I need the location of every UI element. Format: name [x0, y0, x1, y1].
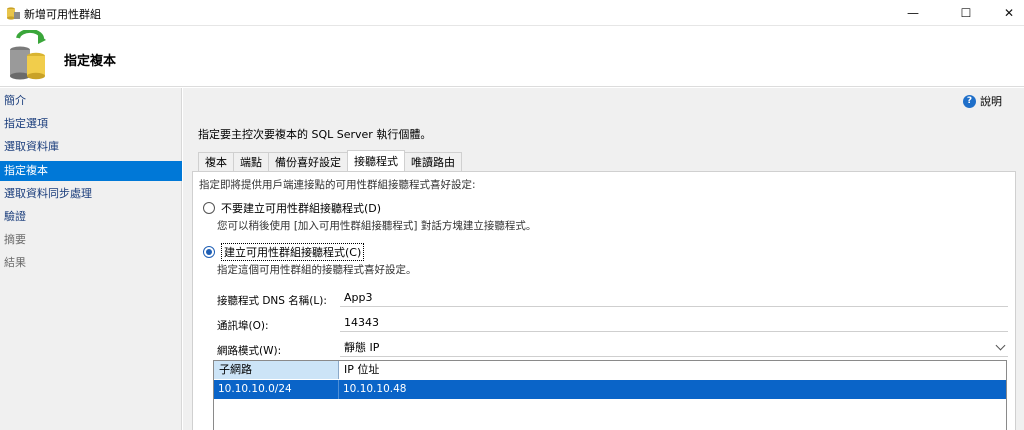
- dns-name-input[interactable]: App3: [340, 289, 1008, 307]
- help-icon: ?: [963, 94, 976, 108]
- ip-address-grid: 子網路 IP 位址 10.10.10.0/24 10.10.10.48: [213, 360, 1007, 430]
- help-label: 說明: [980, 95, 1002, 108]
- nav-item-select-databases[interactable]: 選取資料庫: [0, 137, 182, 157]
- database-sync-icon: [10, 30, 46, 80]
- radio-no-listener-label: 不要建立可用性群組接聽程式(D): [221, 202, 382, 215]
- create-listener-hint: 指定這個可用性群組的接聽程式喜好設定。: [217, 264, 417, 276]
- listener-description: 指定即將提供用戶端連接點的可用性群組接聽程式喜好設定:: [199, 179, 476, 191]
- table-row[interactable]: 10.10.10.0/24 10.10.10.48: [214, 380, 1006, 399]
- port-label: 通訊埠(O):: [217, 320, 269, 332]
- grid-header: 子網路 IP 位址: [214, 361, 1006, 379]
- radio-create-listener-circle[interactable]: [203, 246, 215, 258]
- radio-create-listener-label: 建立可用性群組接聽程式(C): [221, 243, 365, 261]
- network-mode-label: 網路模式(W):: [217, 345, 282, 357]
- wizard-nav: 簡介 指定選項 選取資料庫 指定複本 選取資料同步處理 驗證 摘要 結果: [0, 88, 182, 430]
- nav-item-validation[interactable]: 驗證: [0, 207, 182, 227]
- title-bar: 新增可用性群組 — ☐ ✕: [0, 0, 1024, 26]
- close-button[interactable]: ✕: [986, 0, 1024, 26]
- cell-subnet[interactable]: 10.10.10.0/24: [214, 380, 339, 399]
- network-mode-select[interactable]: 靜態 IP: [340, 339, 1008, 357]
- network-mode-value: 靜態 IP: [344, 341, 380, 354]
- nav-item-data-sync[interactable]: 選取資料同步處理: [0, 184, 182, 204]
- instruction-text: 指定要主控次要複本的 SQL Server 執行個體。: [198, 128, 432, 141]
- cell-ip[interactable]: 10.10.10.48: [339, 380, 1006, 399]
- radio-no-listener-circle[interactable]: [203, 202, 215, 214]
- nav-item-results: 結果: [4, 256, 26, 269]
- page-header: 指定複本: [0, 26, 1024, 87]
- radio-no-listener[interactable]: 不要建立可用性群組接聽程式(D): [203, 200, 381, 216]
- nav-item-introduction[interactable]: 簡介: [0, 91, 182, 111]
- app-icon: [7, 7, 20, 20]
- help-link[interactable]: ? 說明: [963, 93, 1002, 109]
- radio-create-listener[interactable]: 建立可用性群組接聽程式(C): [203, 243, 365, 261]
- nav-item-specify-options[interactable]: 指定選項: [0, 114, 182, 134]
- tab-readonly-routing[interactable]: 唯讀路由: [404, 152, 462, 171]
- tab-listener[interactable]: 接聽程式: [347, 150, 405, 171]
- tab-replicas[interactable]: 複本: [198, 152, 234, 171]
- maximize-button[interactable]: ☐: [943, 0, 989, 26]
- nav-item-summary: 摘要: [4, 233, 26, 246]
- tab-endpoints[interactable]: 端點: [233, 152, 269, 171]
- dns-name-label: 接聽程式 DNS 名稱(L):: [217, 295, 327, 307]
- minimize-button[interactable]: —: [890, 0, 936, 26]
- column-header-subnet[interactable]: 子網路: [214, 361, 339, 379]
- main-content: ? 說明 指定要主控次要複本的 SQL Server 執行個體。 複本 端點 備…: [183, 88, 1024, 430]
- page-title: 指定複本: [64, 54, 117, 69]
- column-header-ip[interactable]: IP 位址: [339, 361, 1006, 379]
- port-input[interactable]: 14343: [340, 314, 1008, 332]
- window-title: 新增可用性群組: [24, 8, 101, 21]
- chevron-down-icon[interactable]: [995, 340, 1006, 351]
- nav-item-specify-replicas[interactable]: 指定複本: [0, 161, 182, 181]
- tab-strip: 複本 端點 備份喜好設定 接聽程式 唯讀路由: [198, 150, 462, 172]
- tab-backup-preferences[interactable]: 備份喜好設定: [268, 152, 348, 171]
- no-listener-hint: 您可以稍後使用 [加入可用性群組接聽程式] 對話方塊建立接聽程式。: [217, 220, 537, 232]
